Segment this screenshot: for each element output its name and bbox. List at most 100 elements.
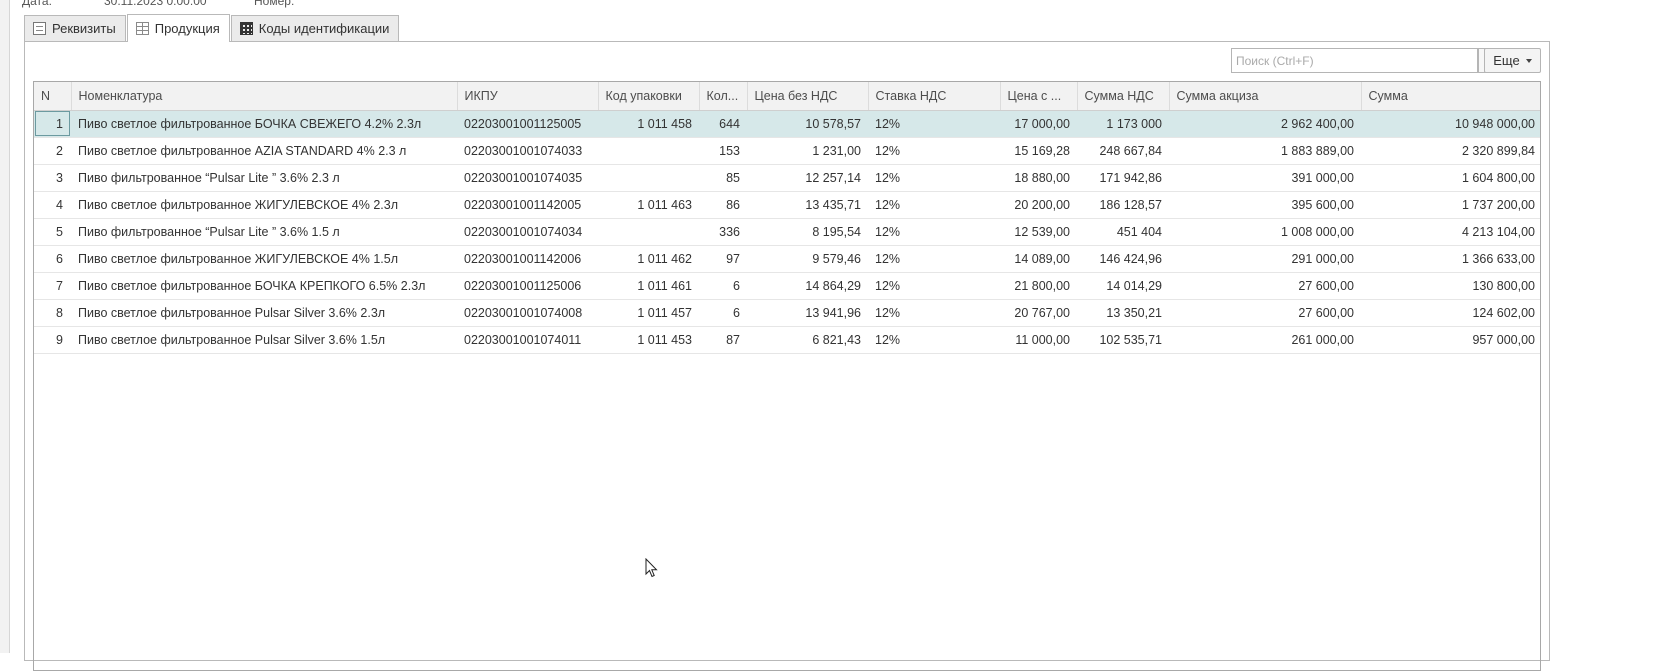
package-code-cell[interactable]: 1 011 458 bbox=[598, 110, 699, 138]
column-header-ikpu[interactable]: ИКПУ bbox=[457, 82, 599, 111]
search-input[interactable] bbox=[1232, 49, 1477, 72]
row-number[interactable]: 6 bbox=[34, 245, 71, 273]
vat-amount-cell[interactable]: 171 942,86 bbox=[1077, 164, 1169, 192]
quantity-cell[interactable]: 87 bbox=[699, 326, 747, 354]
column-header-total[interactable]: Сумма bbox=[1361, 82, 1540, 111]
excise-amount-cell[interactable]: 27 600,00 bbox=[1169, 272, 1361, 300]
ikpu-cell[interactable]: 02203001001074035 bbox=[457, 164, 598, 192]
vat-amount-cell[interactable]: 13 350,21 bbox=[1077, 299, 1169, 327]
excise-amount-cell[interactable]: 391 000,00 bbox=[1169, 164, 1361, 192]
price-with-vat-cell[interactable]: 14 089,00 bbox=[1000, 245, 1077, 273]
tab-requisites[interactable]: Реквизиты bbox=[24, 15, 126, 41]
column-header-price-without-vat[interactable]: Цена без НДС bbox=[747, 82, 869, 111]
package-code-cell[interactable] bbox=[598, 164, 699, 192]
table-row[interactable]: 1 Пиво светлое фильтрованное БОЧКА СВЕЖЕГ… bbox=[34, 110, 1540, 138]
price-without-vat-cell[interactable]: 14 864,29 bbox=[747, 272, 868, 300]
row-number[interactable]: 9 bbox=[34, 326, 71, 354]
column-header-nomenclature[interactable]: Номенклатура bbox=[71, 82, 458, 111]
excise-amount-cell[interactable]: 2 962 400,00 bbox=[1169, 110, 1361, 138]
nomenclature-cell[interactable]: Пиво светлое фильтрованное ЖИГУЛЕВСКОЕ 4… bbox=[71, 245, 457, 273]
ikpu-cell[interactable]: 02203001001074034 bbox=[457, 218, 598, 246]
price-with-vat-cell[interactable]: 11 000,00 bbox=[1000, 326, 1077, 354]
price-with-vat-cell[interactable]: 12 539,00 bbox=[1000, 218, 1077, 246]
nomenclature-cell[interactable]: Пиво светлое фильтрованное БОЧКА СВЕЖЕГО… bbox=[71, 110, 457, 138]
excise-amount-cell[interactable]: 261 000,00 bbox=[1169, 326, 1361, 354]
ikpu-cell[interactable]: 02203001001142005 bbox=[457, 191, 598, 219]
ikpu-cell[interactable]: 02203001001074008 bbox=[457, 299, 598, 327]
column-header-package-code[interactable]: Код упаковки bbox=[598, 82, 700, 111]
price-without-vat-cell[interactable]: 10 578,57 bbox=[747, 110, 868, 138]
total-cell[interactable]: 1 604 800,00 bbox=[1361, 164, 1540, 192]
price-without-vat-cell[interactable]: 8 195,54 bbox=[747, 218, 868, 246]
vat-rate-cell[interactable]: 12% bbox=[868, 326, 1000, 354]
row-number[interactable]: 3 bbox=[34, 164, 71, 192]
price-without-vat-cell[interactable]: 13 941,96 bbox=[747, 299, 868, 327]
price-with-vat-cell[interactable]: 15 169,28 bbox=[1000, 137, 1077, 165]
price-with-vat-cell[interactable]: 20 200,00 bbox=[1000, 191, 1077, 219]
tab-products[interactable]: Продукция bbox=[126, 14, 230, 42]
package-code-cell[interactable] bbox=[598, 137, 699, 165]
package-code-cell[interactable]: 1 011 453 bbox=[598, 326, 699, 354]
price-without-vat-cell[interactable]: 9 579,46 bbox=[747, 245, 868, 273]
total-cell[interactable]: 2 320 899,84 bbox=[1361, 137, 1540, 165]
total-cell[interactable]: 4 213 104,00 bbox=[1361, 218, 1540, 246]
row-number[interactable]: 8 bbox=[34, 299, 71, 327]
total-cell[interactable]: 10 948 000,00 bbox=[1361, 110, 1540, 138]
ikpu-cell[interactable]: 02203001001125006 bbox=[457, 272, 598, 300]
table-row[interactable]: 4 Пиво светлое фильтрованное ЖИГУЛЕВСКОЕ … bbox=[34, 191, 1540, 219]
vat-rate-cell[interactable]: 12% bbox=[868, 191, 1000, 219]
column-header-excise-amount[interactable]: Сумма акциза bbox=[1169, 82, 1362, 111]
vat-rate-cell[interactable]: 12% bbox=[868, 110, 1000, 138]
vat-amount-cell[interactable]: 1 173 000 bbox=[1077, 110, 1169, 138]
price-without-vat-cell[interactable]: 12 257,14 bbox=[747, 164, 868, 192]
nomenclature-cell[interactable]: Пиво светлое фильтрованное Pulsar Silver… bbox=[71, 299, 457, 327]
table-row[interactable]: 2 Пиво светлое фильтрованное AZIA STANDAR… bbox=[34, 137, 1540, 165]
vat-rate-cell[interactable]: 12% bbox=[868, 218, 1000, 246]
row-number[interactable]: 7 bbox=[34, 272, 71, 300]
table-row[interactable]: 8 Пиво светлое фильтрованное Pulsar Silve… bbox=[34, 299, 1540, 327]
price-without-vat-cell[interactable]: 13 435,71 bbox=[747, 191, 868, 219]
price-with-vat-cell[interactable]: 21 800,00 bbox=[1000, 272, 1077, 300]
row-number[interactable]: 5 bbox=[34, 218, 71, 246]
package-code-cell[interactable]: 1 011 463 bbox=[598, 191, 699, 219]
quantity-cell[interactable]: 336 bbox=[699, 218, 747, 246]
table-row[interactable]: 9 Пиво светлое фильтрованное Pulsar Silve… bbox=[34, 326, 1540, 354]
excise-amount-cell[interactable]: 395 600,00 bbox=[1169, 191, 1361, 219]
excise-amount-cell[interactable]: 1 008 000,00 bbox=[1169, 218, 1361, 246]
price-without-vat-cell[interactable]: 1 231,00 bbox=[747, 137, 868, 165]
table-row[interactable]: 6 Пиво светлое фильтрованное ЖИГУЛЕВСКОЕ … bbox=[34, 245, 1540, 273]
vat-amount-cell[interactable]: 451 404 bbox=[1077, 218, 1169, 246]
vat-amount-cell[interactable]: 248 667,84 bbox=[1077, 137, 1169, 165]
row-number[interactable]: 1 bbox=[34, 110, 71, 138]
vat-rate-cell[interactable]: 12% bbox=[868, 164, 1000, 192]
nomenclature-cell[interactable]: Пиво светлое фильтрованное БОЧКА КРЕПКОГ… bbox=[71, 272, 457, 300]
vat-rate-cell[interactable]: 12% bbox=[868, 299, 1000, 327]
ikpu-cell[interactable]: 02203001001125005 bbox=[457, 110, 598, 138]
quantity-cell[interactable]: 644 bbox=[699, 110, 747, 138]
total-cell[interactable]: 1 366 633,00 bbox=[1361, 245, 1540, 273]
excise-amount-cell[interactable]: 291 000,00 bbox=[1169, 245, 1361, 273]
column-header-quantity[interactable]: Кол... bbox=[699, 82, 748, 111]
package-code-cell[interactable]: 1 011 457 bbox=[598, 299, 699, 327]
row-number[interactable]: 2 bbox=[34, 137, 71, 165]
package-code-cell[interactable] bbox=[598, 218, 699, 246]
quantity-cell[interactable]: 86 bbox=[699, 191, 747, 219]
excise-amount-cell[interactable]: 27 600,00 bbox=[1169, 299, 1361, 327]
column-header-n[interactable]: N bbox=[34, 82, 72, 111]
table-row[interactable]: 3 Пиво фильтрованное “Pulsar Lite ” 3.6% … bbox=[34, 164, 1540, 192]
quantity-cell[interactable]: 97 bbox=[699, 245, 747, 273]
row-number[interactable]: 4 bbox=[34, 191, 71, 219]
table-row[interactable]: 7 Пиво светлое фильтрованное БОЧКА КРЕПКО… bbox=[34, 272, 1540, 300]
more-button[interactable]: Еще bbox=[1484, 48, 1541, 73]
ikpu-cell[interactable]: 02203001001142006 bbox=[457, 245, 598, 273]
quantity-cell[interactable]: 6 bbox=[699, 299, 747, 327]
nomenclature-cell[interactable]: Пиво фильтрованное “Pulsar Lite ” 3.6% 2… bbox=[71, 164, 457, 192]
vat-rate-cell[interactable]: 12% bbox=[868, 245, 1000, 273]
column-header-vat-amount[interactable]: Сумма НДС bbox=[1077, 82, 1170, 111]
total-cell[interactable]: 957 000,00 bbox=[1361, 326, 1540, 354]
excise-amount-cell[interactable]: 1 883 889,00 bbox=[1169, 137, 1361, 165]
quantity-cell[interactable]: 153 bbox=[699, 137, 747, 165]
total-cell[interactable]: 1 737 200,00 bbox=[1361, 191, 1540, 219]
package-code-cell[interactable]: 1 011 462 bbox=[598, 245, 699, 273]
tab-identification-codes[interactable]: Коды идентификации bbox=[230, 15, 400, 41]
